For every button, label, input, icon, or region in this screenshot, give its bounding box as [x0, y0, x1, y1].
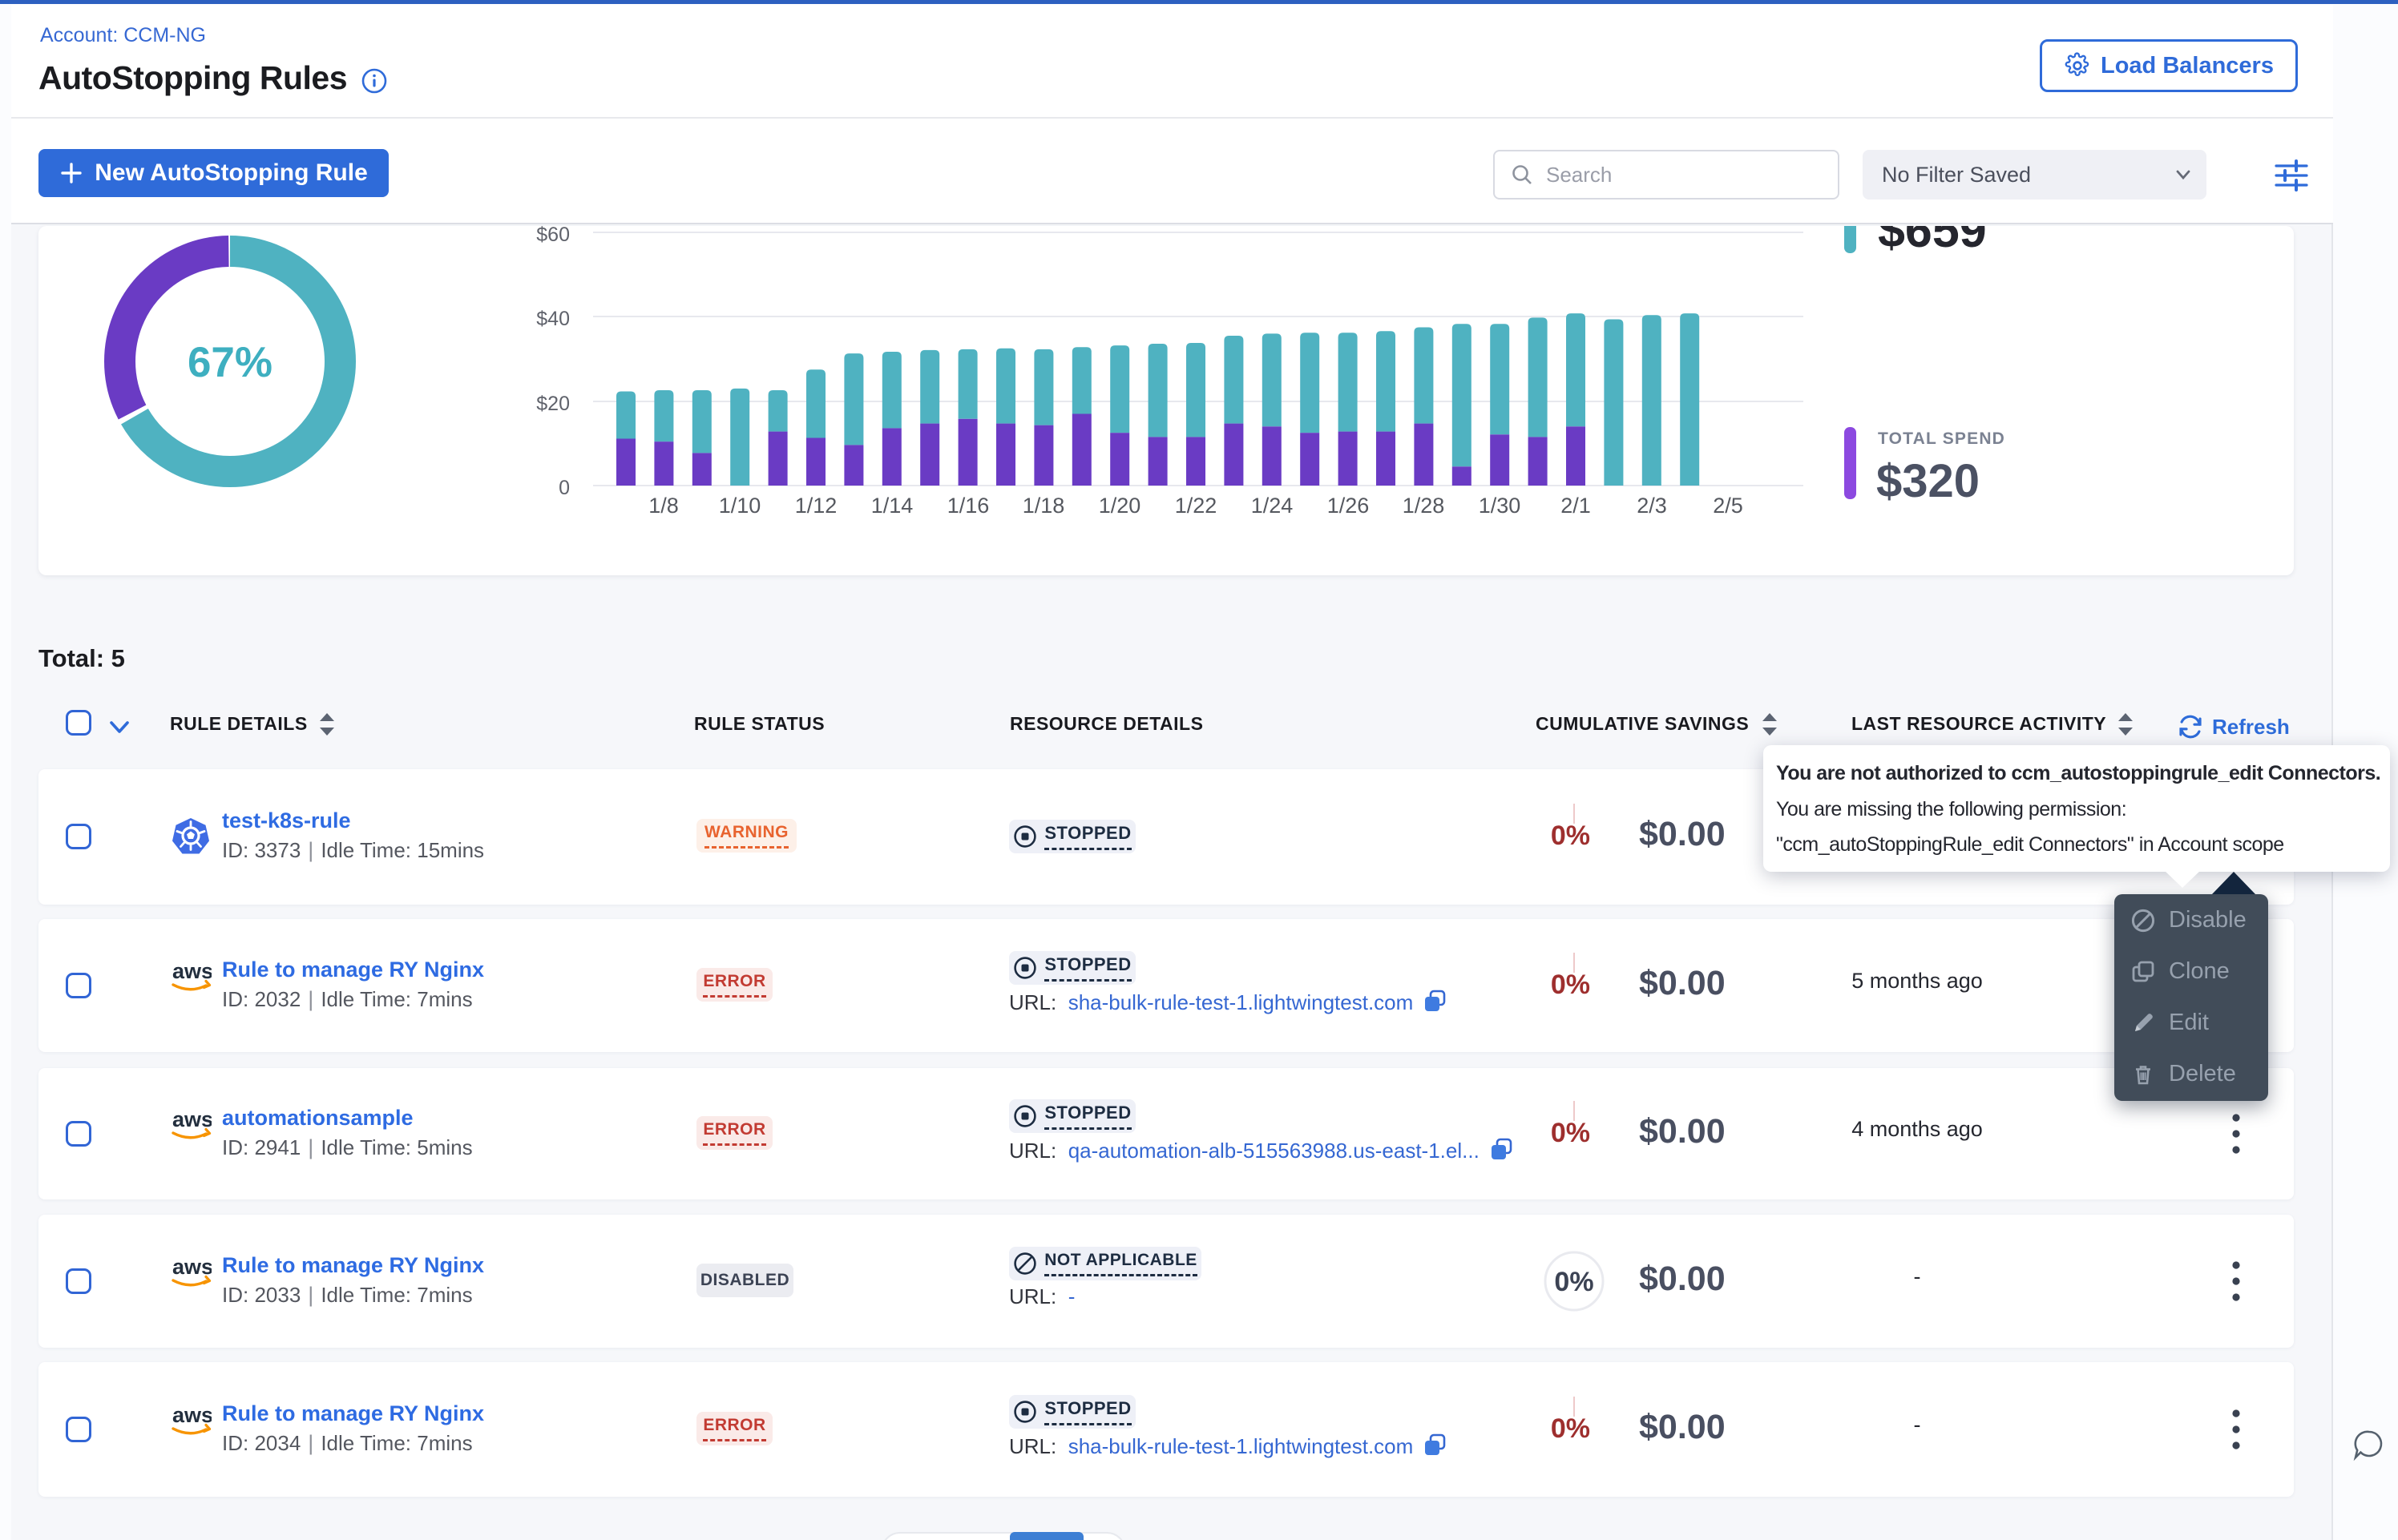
svg-text:aws: aws [172, 1403, 212, 1427]
svg-text:67%: 67% [188, 339, 272, 386]
svg-text:$320: $320 [1876, 455, 1980, 507]
svg-text:1/14: 1/14 [871, 494, 914, 518]
svg-text:2/3: 2/3 [1637, 494, 1667, 518]
svg-text:TOTAL SPEND: TOTAL SPEND [1878, 429, 2005, 448]
svg-text:aws: aws [172, 1255, 212, 1279]
svg-text:1/30: 1/30 [1479, 494, 1521, 518]
svg-text:0: 0 [559, 477, 570, 499]
svg-text:2/1: 2/1 [1560, 494, 1591, 518]
svg-text:2/5: 2/5 [1713, 494, 1743, 518]
svg-text:1/8: 1/8 [648, 494, 679, 518]
svg-text:1/24: 1/24 [1251, 494, 1294, 518]
svg-text:1/20: 1/20 [1099, 494, 1141, 518]
svg-text:1/18: 1/18 [1023, 494, 1065, 518]
svg-text:$20: $20 [536, 393, 570, 415]
svg-text:aws: aws [172, 959, 212, 983]
svg-text:1/10: 1/10 [719, 494, 761, 518]
svg-text:$659: $659 [1878, 226, 1987, 257]
svg-text:0%: 0% [1554, 1267, 1593, 1297]
svg-text:$40: $40 [536, 308, 570, 330]
svg-text:1/16: 1/16 [947, 494, 990, 518]
svg-text:1/28: 1/28 [1403, 494, 1445, 518]
svg-text:$60: $60 [536, 226, 570, 246]
svg-text:1/22: 1/22 [1175, 494, 1217, 518]
svg-text:1/12: 1/12 [795, 494, 838, 518]
svg-text:aws: aws [172, 1107, 212, 1131]
svg-text:1/26: 1/26 [1327, 494, 1370, 518]
